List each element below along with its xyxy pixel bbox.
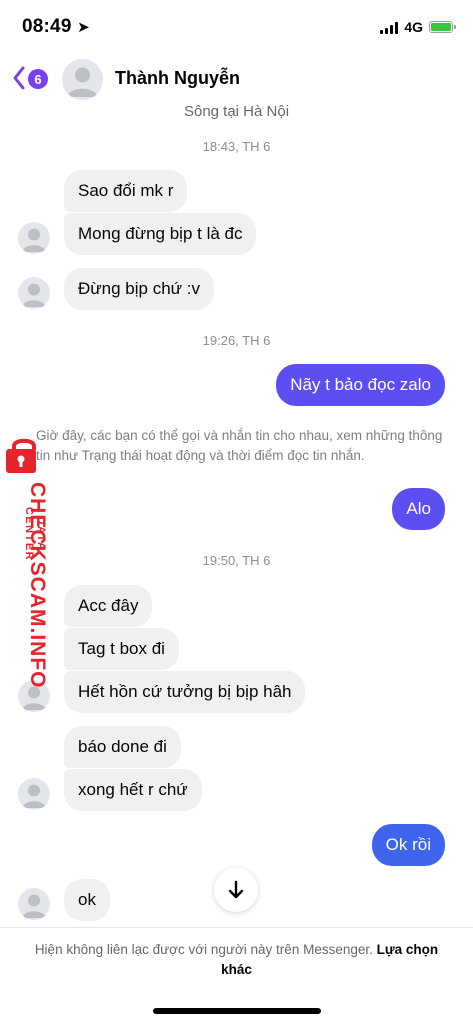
unread-badge: 6 (28, 69, 48, 89)
sender-avatar (18, 222, 50, 254)
message-bubble[interactable]: Đừng bịp chứ :v (64, 268, 214, 310)
chevron-left-icon (13, 66, 25, 90)
message-bubble-outgoing[interactable]: Alo (392, 488, 445, 530)
network-label: 4G (404, 19, 423, 35)
watermark-lock-icon (4, 436, 44, 474)
contact-location: Sông tại Hà Nội (183, 103, 290, 120)
back-button[interactable]: 6 (12, 66, 52, 94)
message-bubble[interactable]: ok (64, 879, 110, 921)
contact-name[interactable]: Thành Nguyễn (115, 68, 240, 89)
sender-avatar (18, 778, 50, 810)
signal-icon (380, 21, 399, 34)
message-bubble[interactable]: báo done đi (64, 726, 181, 768)
contact-avatar[interactable] (62, 59, 103, 100)
connection-notice: Giờ đây, các bạn có thể gọi và nhắn tin … (36, 428, 443, 463)
message-bubble[interactable]: Hết hồn cứ tưởng bị bịp hâh (64, 671, 306, 713)
timestamp: 19:50, TH 6 (202, 553, 271, 568)
footer-text: Hiện không liên lạc được với người này t… (34, 942, 373, 957)
watermark-text: CHECKSCAM.INFO (26, 482, 49, 689)
footer-notice: Hiện không liên lạc được với người này t… (30, 940, 443, 980)
battery-icon (429, 21, 456, 33)
footer-divider (0, 927, 473, 928)
message-bubble-outgoing[interactable]: Ok rồi (371, 824, 445, 866)
status-time: 08:49 ➤ (22, 16, 90, 37)
sender-avatar (18, 888, 50, 920)
message-bubble[interactable]: Mong đừng bịp t là đc (64, 213, 257, 255)
arrow-down-icon (228, 880, 244, 899)
timestamp: 18:43, TH 6 (202, 139, 271, 154)
message-bubble[interactable]: Acc đây (64, 585, 153, 627)
home-indicator[interactable] (153, 1008, 321, 1014)
message-bubble[interactable]: Sao đổi mk r (64, 170, 188, 212)
message-bubble[interactable]: xong hết r chứ (64, 769, 202, 811)
status-indicators: 4G (380, 19, 456, 35)
sender-avatar (18, 277, 50, 309)
timestamp: 19:26, TH 6 (202, 333, 271, 348)
message-bubble-outgoing[interactable]: Nãy t bảo đọc zalo (276, 364, 445, 406)
scroll-to-bottom-button[interactable] (214, 868, 258, 912)
message-bubble[interactable]: Tag t box đi (64, 628, 179, 670)
